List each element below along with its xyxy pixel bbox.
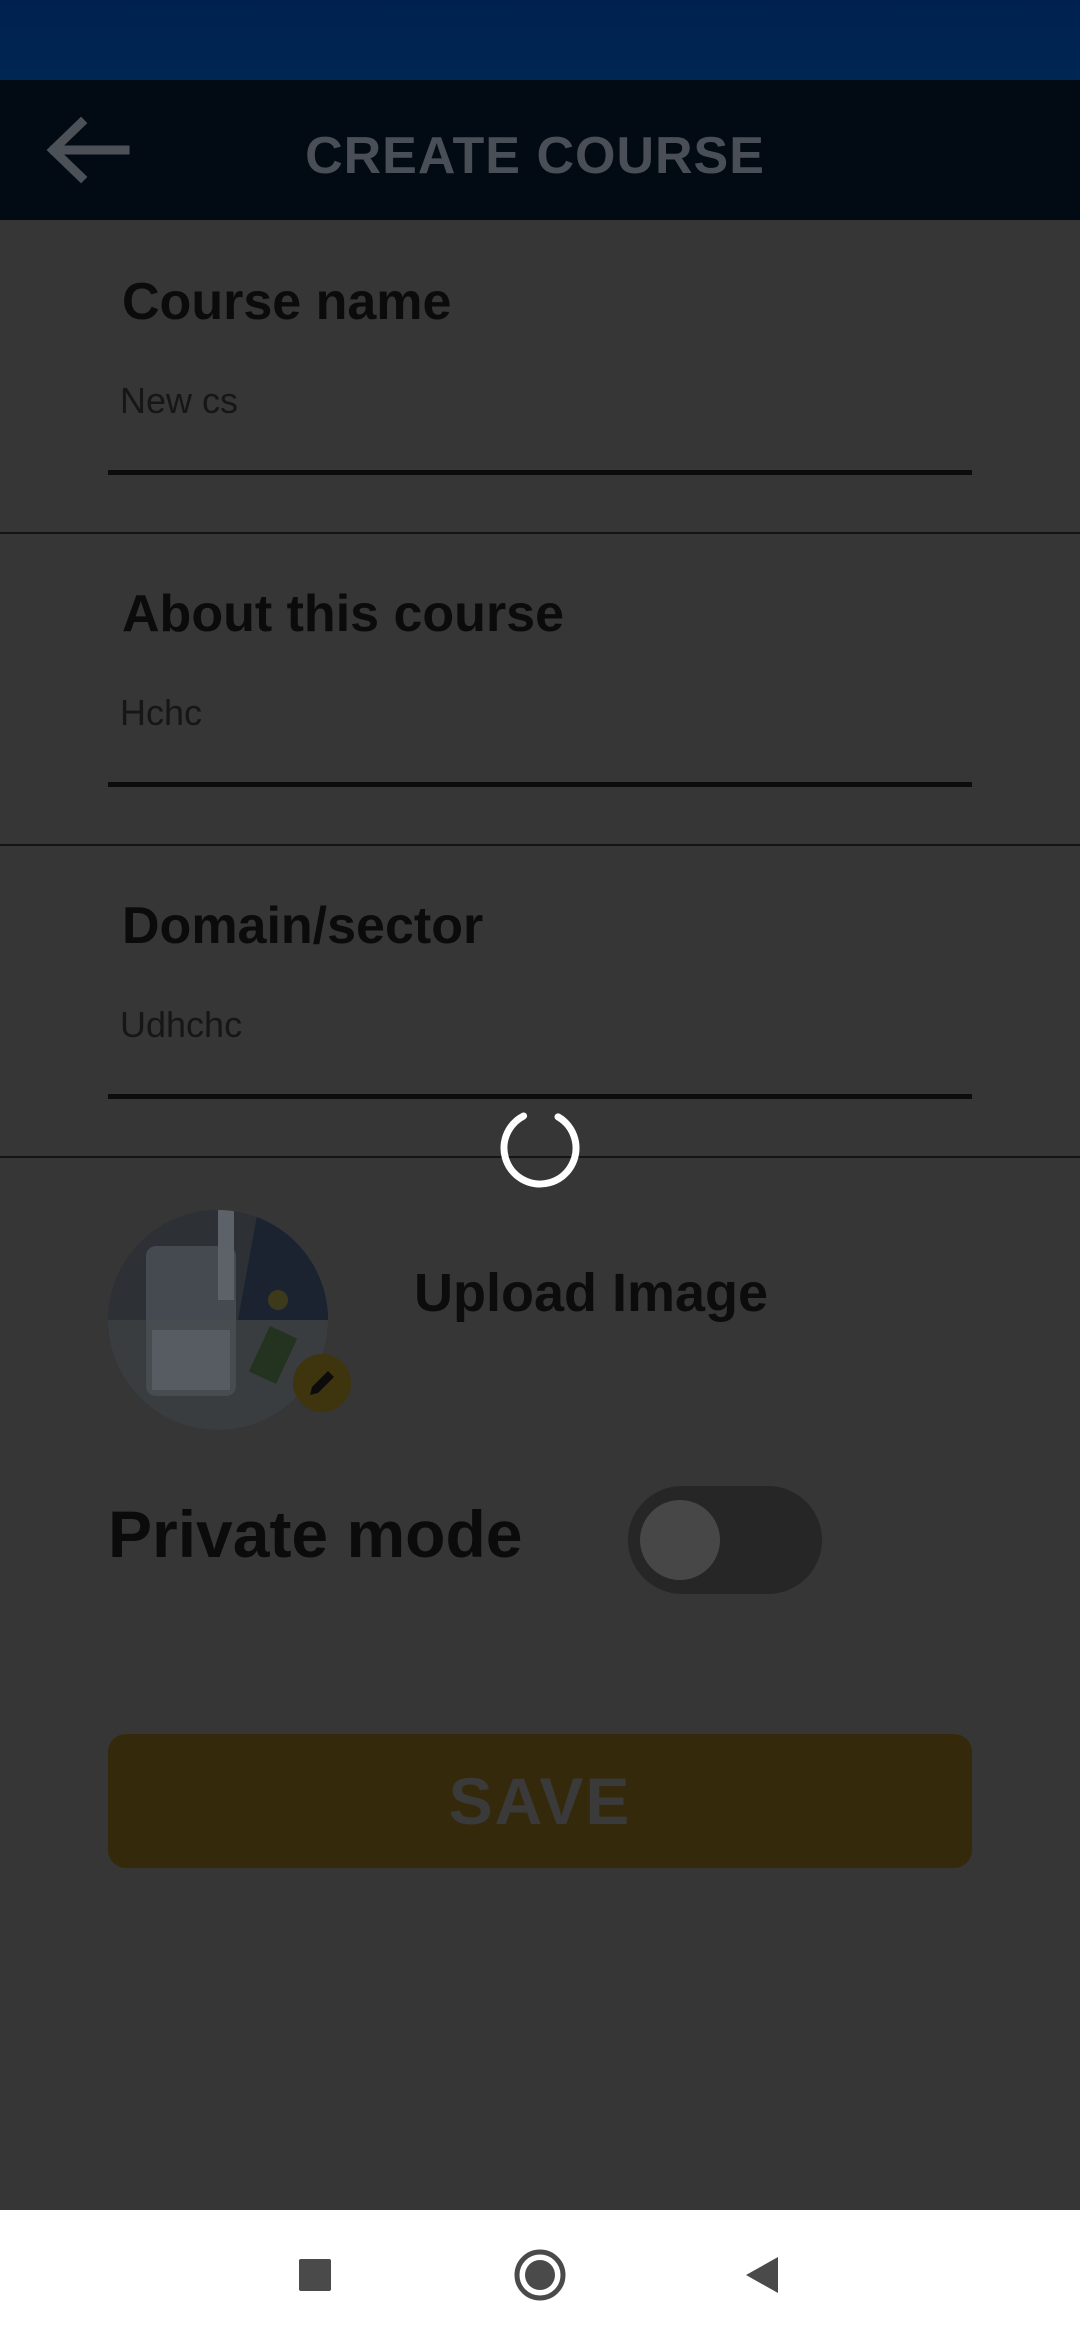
back-triangle-icon xyxy=(746,2257,778,2293)
edit-image-button[interactable] xyxy=(293,1354,351,1412)
back-nav-button[interactable] xyxy=(732,2245,792,2305)
recents-button[interactable] xyxy=(285,2245,345,2305)
page-title: CREATE COURSE xyxy=(305,127,765,185)
course-name-underline xyxy=(108,470,972,475)
private-mode-label: Private mode xyxy=(108,1497,523,1571)
course-name-label: Course name xyxy=(122,273,452,331)
toggle-knob xyxy=(640,1500,720,1580)
status-bar xyxy=(0,0,1080,80)
course-name-input[interactable]: New cs xyxy=(120,380,238,422)
about-underline xyxy=(108,782,972,787)
private-mode-toggle[interactable] xyxy=(628,1486,822,1594)
about-input[interactable]: Hchc xyxy=(120,692,202,734)
domain-label: Domain/sector xyxy=(122,897,484,955)
loading-spinner xyxy=(500,1108,580,1188)
home-circle-icon xyxy=(514,2249,566,2301)
course-image-picture xyxy=(108,1210,328,1430)
course-image[interactable] xyxy=(108,1210,328,1430)
course-name-section: Course name New cs xyxy=(0,220,1080,534)
about-section: About this course Hchc xyxy=(0,532,1080,846)
domain-input[interactable]: Udhchc xyxy=(120,1004,242,1046)
domain-underline xyxy=(108,1094,972,1099)
upload-image-label[interactable]: Upload Image xyxy=(414,1262,768,1324)
app-bar: CREATE COURSE xyxy=(0,80,1080,220)
pencil-icon xyxy=(310,1371,334,1395)
home-button[interactable] xyxy=(510,2245,570,2305)
about-label: About this course xyxy=(122,585,565,643)
save-button[interactable]: SAVE xyxy=(108,1734,972,1868)
system-nav-bar xyxy=(0,2210,1080,2340)
recents-square-icon xyxy=(299,2259,331,2291)
